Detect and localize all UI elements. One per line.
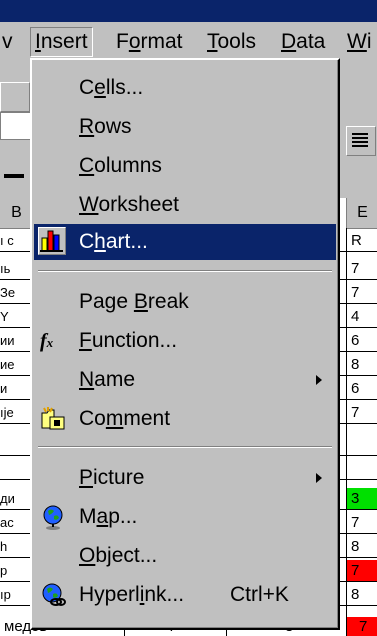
menu-item-cells[interactable]: Cells... [34,70,336,106]
menu-item-label: Picture [79,466,145,489]
insert-menu: Cells... Rows Columns Worksheet Chart... [30,58,340,630]
cell-label[interactable]: ıje [0,402,33,423]
cell-value-red[interactable]: 7 [346,617,377,636]
menu-item-hyperlink[interactable]: Hyperlink... Ctrl+K [34,577,336,613]
cell-label[interactable] [0,458,33,479]
name-box[interactable] [0,112,32,140]
cell-value[interactable] [346,434,377,455]
cell-label[interactable]: Y [0,306,33,327]
menu-item-worksheet[interactable]: Worksheet [34,187,336,223]
cell-value[interactable]: 7 [346,512,377,533]
menu-separator [38,446,332,448]
cell-value[interactable]: 6 [346,330,377,351]
cell-label[interactable]: и [0,378,33,399]
cell-value[interactable]: 7 [346,402,377,423]
menu-item-label: Name [79,368,136,391]
menu-item-chart[interactable]: Chart... [34,224,336,260]
fx-icon: fx [40,330,54,352]
menu-view-partial[interactable]: v [2,28,13,56]
menu-item-page-break[interactable]: Page Break [34,284,336,320]
cell-label[interactable]: р [0,560,33,581]
cell-label[interactable]: ıь [0,258,33,279]
cell-label[interactable]: ас [0,512,33,533]
menu-item-label: Object... [79,544,158,567]
menu-window-partial[interactable]: Wi [347,28,372,56]
cell-value[interactable]: 8 [346,354,377,375]
menu-insert[interactable]: Insert [30,27,93,57]
cell-value[interactable]: R [346,230,377,251]
cell-label[interactable] [0,434,33,455]
cell-label[interactable]: Зе [0,282,33,303]
column-header-e[interactable]: E [346,198,377,229]
menu-item-columns[interactable]: Columns [34,148,336,184]
bar-chart-icon [38,227,66,255]
menu-item-label: Rows [79,115,132,138]
cell-label[interactable]: ие [0,354,33,375]
menu-item-function[interactable]: fx Function... [34,323,336,359]
dropdown-arrow-icon[interactable] [4,174,24,178]
menu-separator [38,270,332,272]
submenu-arrow-icon [316,375,322,385]
menu-item-label: Page Break [79,290,189,313]
cell-label[interactable]: ıр [0,584,33,605]
menu-item-label: Columns [79,154,162,177]
cell-value[interactable]: 7 [346,282,377,303]
menu-item-label: Cells... [79,76,144,99]
globe-icon [40,504,66,530]
cell-label[interactable]: ди [0,488,33,509]
cell-value[interactable]: 8 [346,584,377,605]
submenu-arrow-icon [316,473,322,483]
menu-item-rows[interactable]: Rows [34,109,336,145]
cell-label[interactable]: h [0,536,33,557]
cell-label[interactable]: ии [0,330,33,351]
cell-value[interactable]: 4 [346,306,377,327]
menu-item-label: Hyperlink... [79,583,185,606]
cell-value[interactable]: 8 [346,536,377,557]
menu-data[interactable]: Data [281,28,325,56]
cell-value[interactable]: 7 [346,560,377,581]
menu-tools[interactable]: Tools [207,28,256,56]
menu-item-map[interactable]: Map... [34,499,336,535]
menu-item-label: Map... [79,505,138,528]
cell-value[interactable]: 7 [346,258,377,279]
menu-format[interactable]: Format [116,28,183,56]
hyperlink-globe-icon [40,582,66,608]
cell-value[interactable] [346,458,377,479]
menu-item-name[interactable]: Name [34,362,336,398]
menu-item-picture[interactable]: Picture [34,460,336,496]
align-icon[interactable] [346,126,376,156]
menu-item-label: Chart... [79,230,148,253]
menu-bar: v Insert Format Tools Data Wi [0,22,377,62]
menu-item-label: Worksheet [79,193,179,216]
grid-line [346,228,347,636]
toolbar-button[interactable] [0,82,30,112]
menu-item-label: Function... [79,329,178,352]
menu-item-shortcut: Ctrl+K [230,583,289,606]
title-bar [0,0,377,22]
menu-item-object[interactable]: Object... [34,538,336,574]
cell-value[interactable]: 6 [346,378,377,399]
menu-item-label: Comment [79,407,171,430]
column-header-b[interactable]: B [0,198,34,229]
excel-window: v Insert Format Tools Data Wi B E ı c Rıь… [0,0,377,636]
comment-icon [40,406,66,432]
cell-label[interactable]: ı c [0,230,33,251]
menu-item-comment[interactable]: Comment [34,401,336,437]
cell-value[interactable]: 3 [346,488,377,509]
